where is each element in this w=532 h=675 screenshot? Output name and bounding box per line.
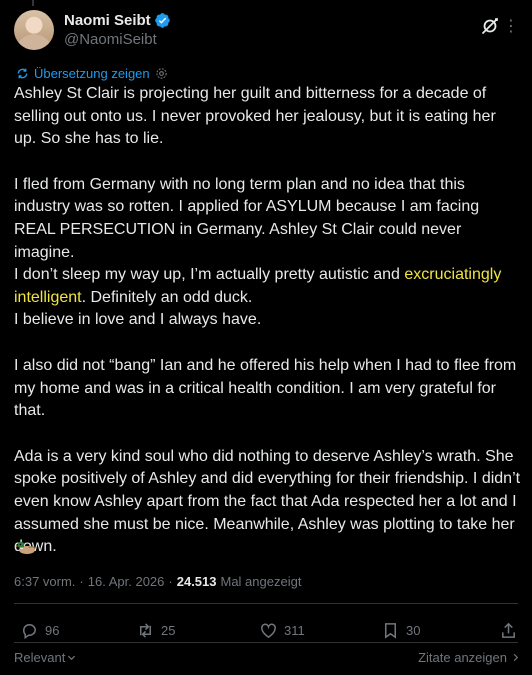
reply-controls: Relevant Zitate anzeigen <box>14 650 520 666</box>
paragraph: I believe in love and I always have. <box>14 311 262 329</box>
like-button[interactable]: 311 <box>259 621 305 640</box>
verified-badge-icon[interactable] <box>154 12 171 29</box>
view-quotes-link[interactable]: Zitate anzeigen <box>418 650 520 665</box>
post-header: Naomi Seibt @NaomiSeibt ⋮ <box>14 8 519 52</box>
avatar[interactable] <box>14 10 54 50</box>
chevron-right-icon <box>511 650 520 665</box>
gear-icon[interactable] <box>155 67 168 80</box>
action-bar: 96 25 311 30 <box>14 618 518 642</box>
meta-separator: · <box>79 574 84 589</box>
text-run: I don’t sleep my way up, I’m actually pr… <box>14 266 405 284</box>
repost-button[interactable]: 25 <box>136 621 175 640</box>
paragraph: I fled from Germany with no long term pl… <box>14 175 480 261</box>
post-text: Ashley St Clair is projecting her guilt … <box>14 83 522 559</box>
paragraph: I don’t sleep my way up, I’m actually pr… <box>14 264 522 309</box>
grok-icon[interactable] <box>480 16 500 36</box>
heart-icon <box>261 623 276 638</box>
translate-label[interactable]: Übersetzung zeigen <box>34 66 150 81</box>
view-count: 24.513 <box>176 574 217 589</box>
reply-icon <box>23 623 36 639</box>
paragraph: I also did not “bang” Ian and he offered… <box>14 356 517 420</box>
repost-count: 25 <box>161 622 176 638</box>
translate-link[interactable]: Übersetzung zeigen <box>16 64 168 82</box>
divider <box>14 642 518 643</box>
like-count: 311 <box>284 622 305 638</box>
views-label: Mal angezeigt <box>220 574 302 589</box>
handle[interactable]: @NaomiSeibt <box>64 30 171 49</box>
reply-count: 96 <box>45 622 60 638</box>
post-time[interactable]: 6:37 vorm. <box>14 574 75 589</box>
quotes-label: Zitate anzeigen <box>418 650 507 665</box>
sort-dropdown[interactable]: Relevant <box>14 650 76 665</box>
translate-icon <box>17 68 28 78</box>
display-name[interactable]: Naomi Seibt <box>64 11 151 30</box>
divider <box>14 603 518 604</box>
bookmark-button[interactable]: 30 <box>381 621 420 640</box>
meta-separator: · <box>168 574 173 589</box>
paragraph: Ada is a very kind soul who did nothing … <box>14 447 521 556</box>
author-names: Naomi Seibt @NaomiSeibt <box>64 11 171 49</box>
chevron-down-icon <box>67 650 76 665</box>
share-icon <box>502 622 515 638</box>
name-row: Naomi Seibt <box>64 11 171 30</box>
duck-emoji-icon <box>15 539 37 555</box>
reply-button[interactable]: 96 <box>20 621 59 640</box>
post-meta: 6:37 vorm. · 16. Apr. 2026 · 24.513 Mal … <box>14 574 301 589</box>
sort-label: Relevant <box>14 650 66 665</box>
paragraph: Ashley St Clair is projecting her guilt … <box>14 85 496 148</box>
post-date[interactable]: 16. Apr. 2026 <box>88 574 165 589</box>
share-button[interactable] <box>499 621 518 640</box>
repost-icon <box>139 622 152 638</box>
thread-line <box>32 0 34 6</box>
bookmark-count: 30 <box>406 622 421 638</box>
text-run: . Definitely an odd duck. <box>81 288 253 306</box>
bookmark-icon <box>384 622 397 639</box>
more-options-icon[interactable]: ⋮ <box>503 16 519 36</box>
